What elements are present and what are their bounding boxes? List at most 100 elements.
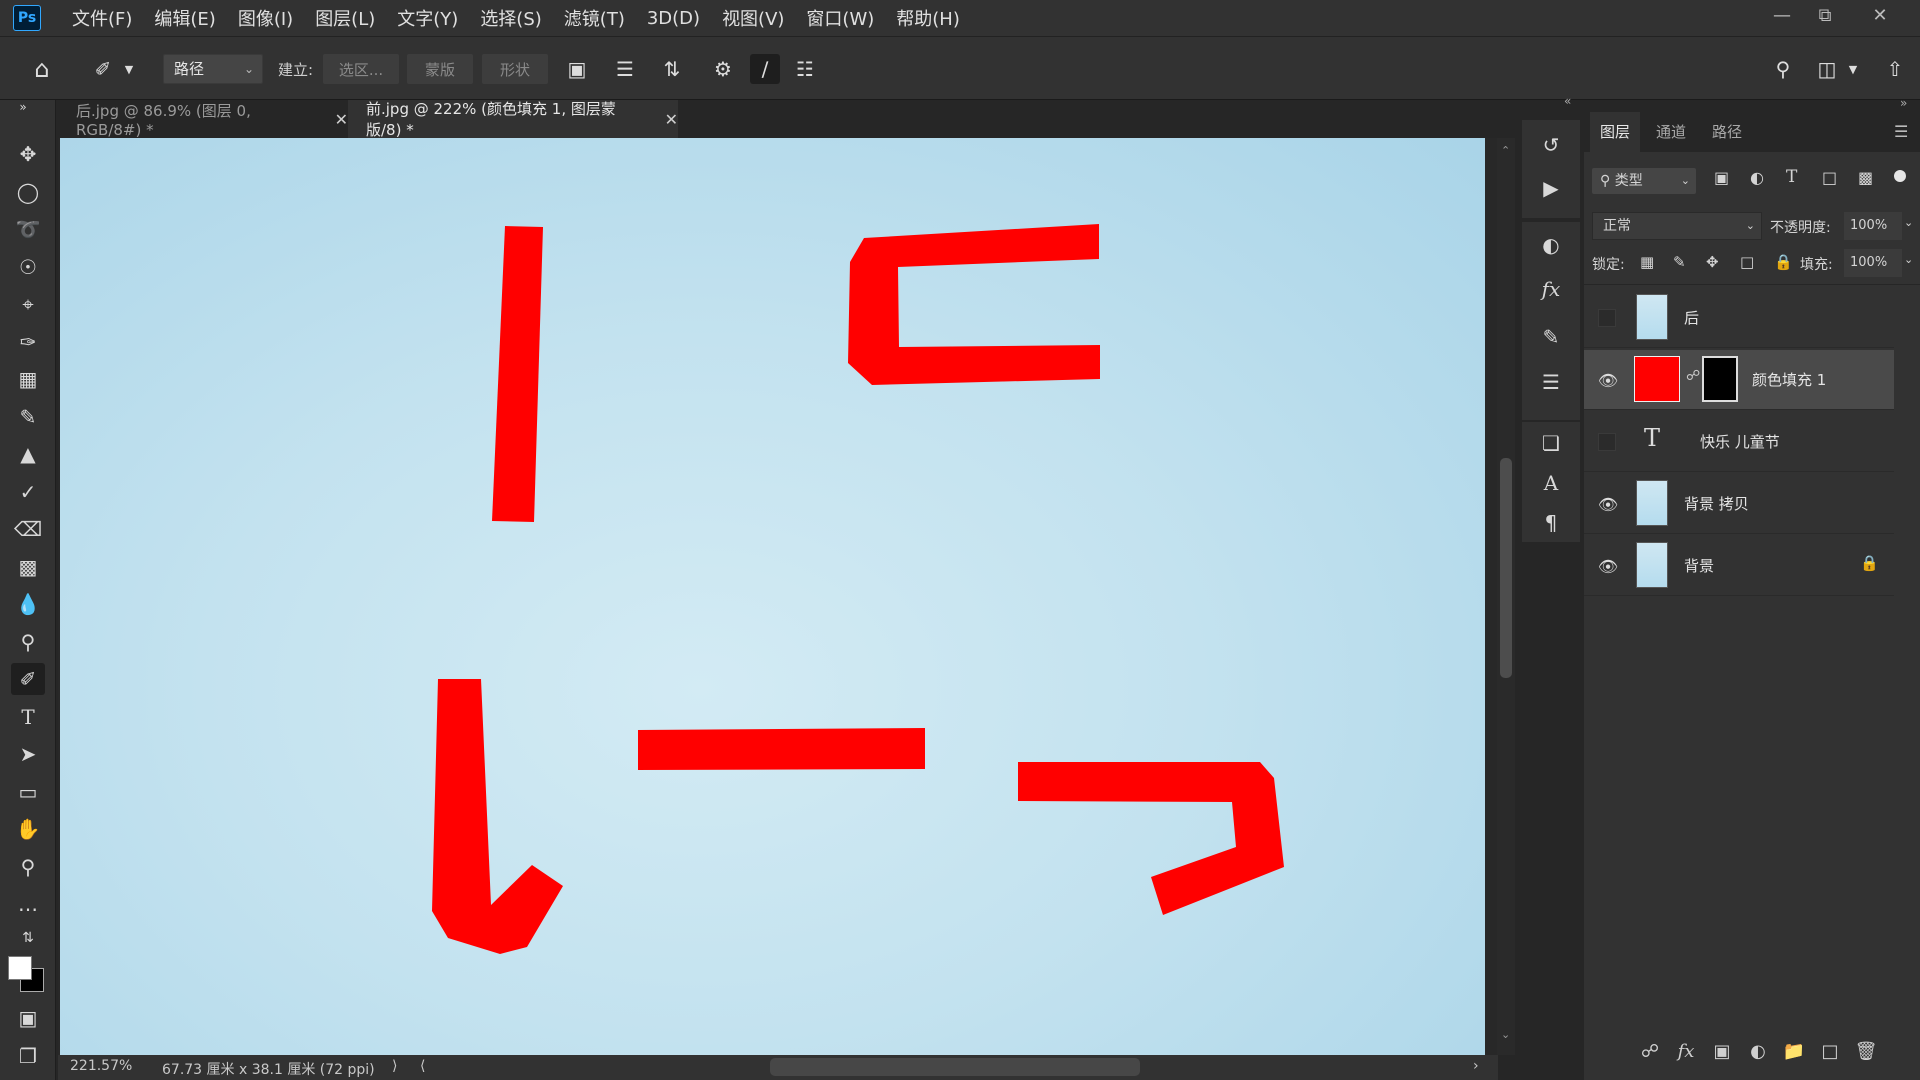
filter-image-icon[interactable]: ▣	[1714, 168, 1729, 187]
add-mask-icon[interactable]: ▣	[1706, 1036, 1738, 1066]
chevron-right-icon[interactable]: ›	[1473, 1058, 1479, 1074]
menu-3d[interactable]: 3D(D)	[636, 8, 711, 29]
layer-row-text[interactable]: T 快乐 儿童节	[1584, 412, 1894, 472]
new-layer-icon[interactable]: □	[1814, 1036, 1846, 1066]
trash-icon[interactable]: 🗑	[1850, 1036, 1882, 1066]
filter-toggle-icon[interactable]	[1894, 170, 1906, 182]
collapse-panels-icon[interactable]: «	[1564, 94, 1571, 108]
filter-adjustment-icon[interactable]: ◐	[1750, 168, 1764, 187]
lock-artboard-icon[interactable]: □	[1740, 253, 1754, 271]
3d-panel-icon[interactable]: ❏	[1536, 428, 1566, 458]
new-group-icon[interactable]: 📁	[1778, 1036, 1810, 1066]
swap-colors-icon[interactable]: ⇅	[11, 922, 45, 954]
dodge-tool-icon[interactable]: ⚲	[11, 626, 45, 658]
path-operations-icon[interactable]: ▣	[562, 54, 592, 84]
chevron-right-icon[interactable]: ⟩	[392, 1058, 397, 1074]
layer-row-after[interactable]: 后	[1584, 288, 1894, 348]
foreground-color-swatch[interactable]	[8, 956, 32, 980]
fill-color-thumbnail[interactable]	[1634, 356, 1680, 402]
close-icon[interactable]: ✕	[665, 110, 678, 129]
tab-after-jpg[interactable]: 后.jpg @ 86.9% (图层 0, RGB/8#) * ✕	[58, 100, 348, 139]
horizontal-scrollbar-thumb[interactable]	[770, 1058, 1140, 1076]
visibility-toggle-off[interactable]	[1598, 433, 1616, 451]
lock-transparency-icon[interactable]: ▦	[1640, 253, 1654, 271]
share-icon[interactable]: ⇧	[1880, 54, 1910, 84]
make-mask-button[interactable]: 蒙版	[407, 54, 473, 84]
layer-row-background[interactable]: 👁 背景 🔒	[1584, 536, 1894, 596]
quick-mask-icon[interactable]: ▣	[11, 1002, 45, 1034]
eraser-tool-icon[interactable]: ⌫	[11, 513, 45, 545]
scroll-down-icon[interactable]: ⌄	[1501, 1028, 1510, 1041]
link-layers-icon[interactable]: ☍	[1634, 1036, 1666, 1066]
lock-position-icon[interactable]: ✥	[1706, 253, 1719, 271]
tab-layers[interactable]: 图层	[1590, 112, 1641, 152]
eye-icon[interactable]: 👁	[1596, 368, 1620, 392]
brush-tool-icon[interactable]: ✎	[11, 401, 45, 433]
mode-select[interactable]: 路径 ⌄	[163, 54, 263, 84]
layer-row-background-copy[interactable]: 👁 背景 拷贝	[1584, 474, 1894, 534]
visibility-toggle-off[interactable]	[1598, 309, 1616, 327]
path-selection-icon[interactable]: ➤	[11, 738, 45, 770]
lock-all-icon[interactable]: 🔒	[1774, 253, 1793, 271]
patch-tool-icon[interactable]: ▦	[11, 363, 45, 395]
scroll-up-icon[interactable]: ⌃	[1501, 144, 1510, 157]
home-icon[interactable]: ⌂	[27, 54, 57, 84]
screen-mode-icon[interactable]: ❐	[11, 1040, 45, 1072]
filter-type-icon[interactable]: T	[1786, 167, 1797, 187]
restore-button[interactable]: ⧉	[1803, 0, 1847, 30]
menu-filter[interactable]: 滤镜(T)	[553, 5, 636, 31]
document-canvas[interactable]	[60, 138, 1485, 1055]
panel-menu-icon[interactable]: ☰	[1894, 122, 1908, 141]
paragraph-panel-icon[interactable]: ¶	[1536, 508, 1566, 538]
eye-icon[interactable]: 👁	[1596, 554, 1620, 578]
chevron-down-icon[interactable]: ⌄	[1904, 253, 1913, 266]
layer-filter-select[interactable]: ⚲ 类型 ⌄	[1592, 168, 1696, 194]
tab-before-jpg[interactable]: 前.jpg @ 222% (颜色填充 1, 图层蒙版/8) * ✕	[348, 100, 678, 139]
chevron-down-icon[interactable]: ⌄	[1904, 216, 1913, 229]
character-panel-icon[interactable]: A	[1536, 468, 1566, 498]
menu-help[interactable]: 帮助(H)	[885, 5, 971, 31]
workspace-icon[interactable]: ◫	[1812, 54, 1842, 84]
styles-fx-icon[interactable]: fx	[1536, 274, 1566, 304]
move-tool-icon[interactable]: ✥	[11, 138, 45, 170]
pen-tool-icon[interactable]: ✐	[11, 663, 45, 695]
chevron-down-icon[interactable]: ▼	[122, 54, 136, 84]
gear-icon[interactable]: ⚙	[708, 54, 738, 84]
zoom-tool-icon[interactable]: ⚲	[11, 851, 45, 883]
properties-panel-icon[interactable]: ☰	[1536, 367, 1566, 397]
search-icon[interactable]: ⚲	[1768, 54, 1798, 84]
history-panel-icon[interactable]: ↺	[1536, 130, 1566, 160]
menu-image[interactable]: 图像(I)	[227, 5, 304, 31]
gradient-tool-icon[interactable]: ▩	[11, 551, 45, 583]
expand-toolbar-icon[interactable]: »	[6, 100, 40, 114]
new-adjustment-layer-icon[interactable]: ◐	[1742, 1036, 1774, 1066]
menu-edit[interactable]: 编辑(E)	[143, 5, 226, 31]
chevron-down-icon[interactable]: ▼	[1846, 54, 1860, 84]
menu-window[interactable]: 窗口(W)	[795, 5, 885, 31]
align-edges-icon[interactable]: ☷	[790, 54, 820, 84]
elliptical-marquee-icon[interactable]: ◯	[11, 176, 45, 208]
menu-select[interactable]: 选择(S)	[469, 5, 552, 31]
type-tool-icon[interactable]: T	[11, 701, 45, 733]
blur-tool-icon[interactable]: 💧	[11, 588, 45, 620]
tab-paths[interactable]: 路径	[1702, 112, 1752, 152]
blend-mode-select[interactable]: 正常 ⌄	[1592, 212, 1762, 240]
menu-layer[interactable]: 图层(L)	[304, 5, 386, 31]
more-tools-icon[interactable]: …	[11, 888, 45, 920]
menu-view[interactable]: 视图(V)	[711, 5, 795, 31]
layer-mask-thumbnail[interactable]	[1702, 356, 1738, 402]
tab-channels[interactable]: 通道	[1646, 112, 1696, 152]
close-icon[interactable]: ✕	[335, 110, 348, 129]
eyedropper-icon[interactable]: ✑	[11, 326, 45, 358]
opacity-field[interactable]: 100%	[1844, 212, 1902, 240]
scrollbar-thumb[interactable]	[1500, 458, 1512, 678]
fill-field[interactable]: 100%	[1844, 249, 1902, 277]
chevron-left-icon[interactable]: ⟨	[420, 1058, 425, 1074]
make-selection-button[interactable]: 选区...	[323, 54, 399, 84]
collapse-panels-icon[interactable]: »	[1900, 96, 1907, 110]
layer-style-fx-icon[interactable]: fx	[1670, 1036, 1702, 1066]
vertical-scrollbar[interactable]: ⌃ ⌄	[1497, 138, 1515, 1055]
path-arrangement-icon[interactable]: ⇅	[657, 54, 687, 84]
link-icon[interactable]: ☍	[1686, 368, 1700, 384]
make-shape-button[interactable]: 形状	[482, 54, 548, 84]
